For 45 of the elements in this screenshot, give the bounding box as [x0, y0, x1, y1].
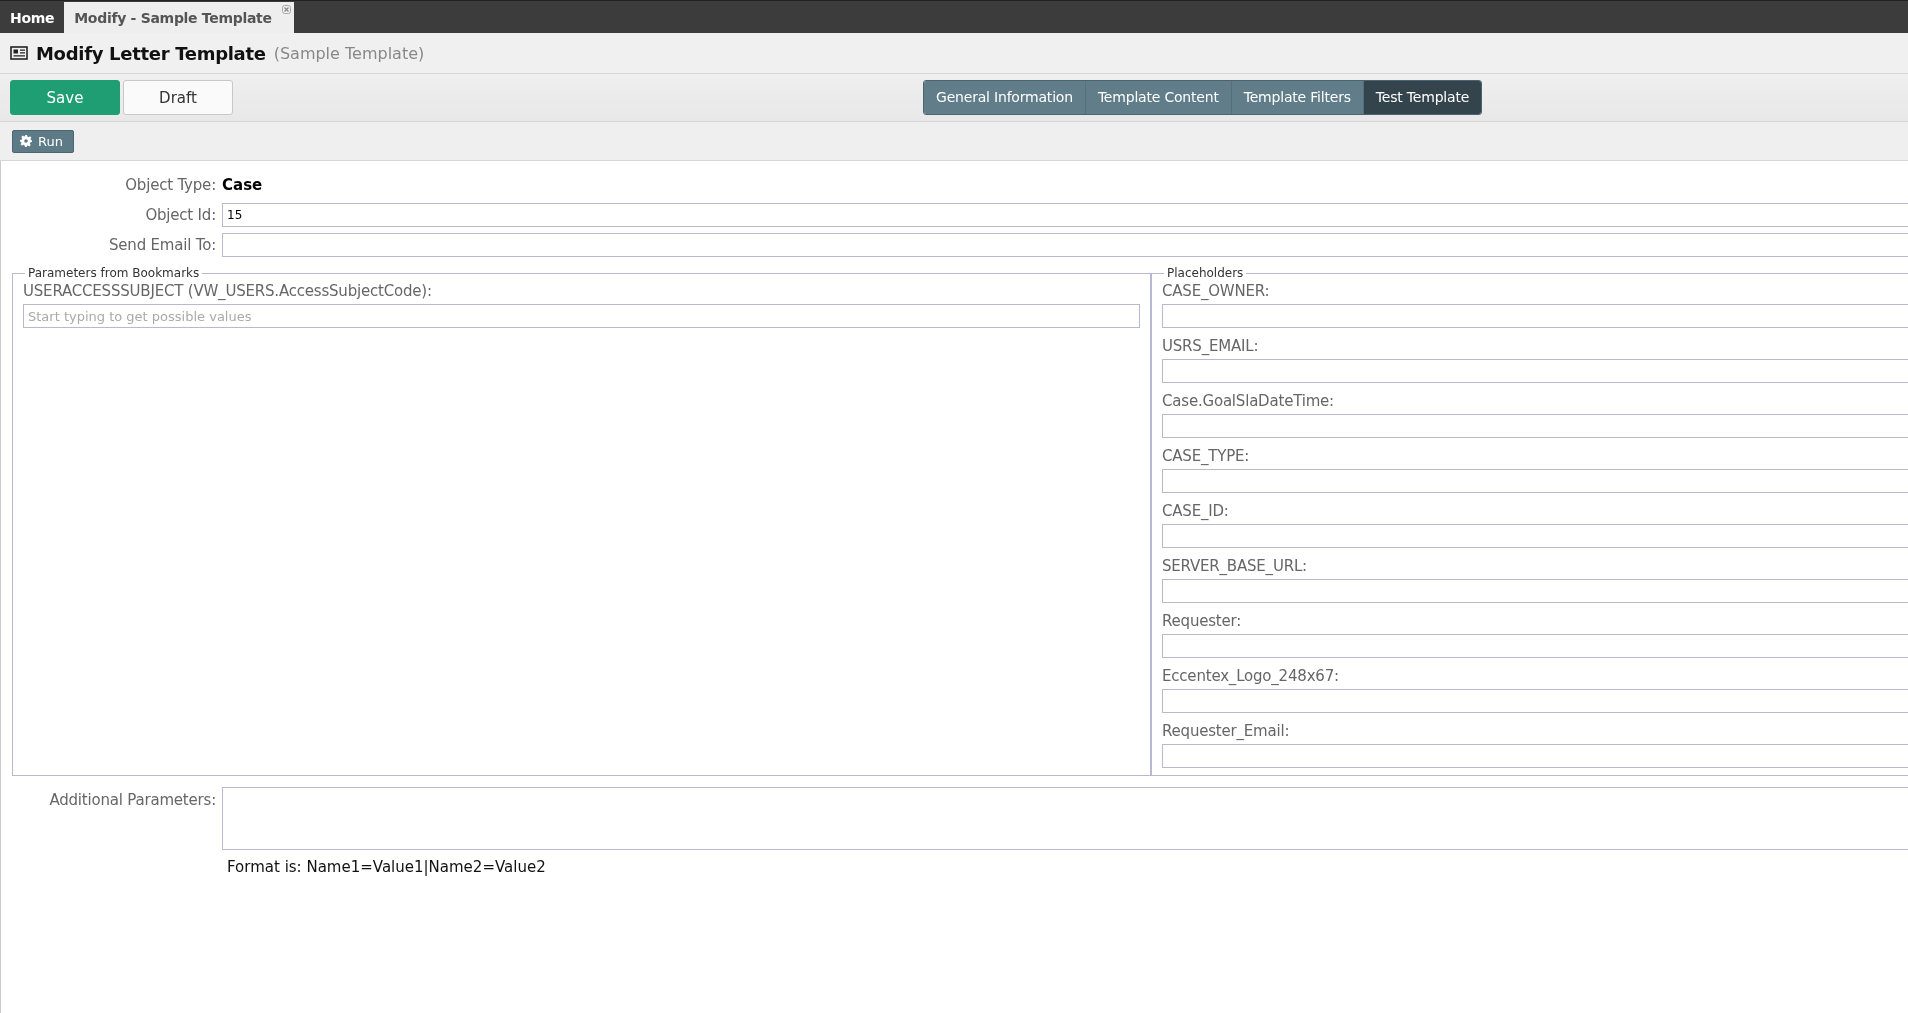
- field-label: Send Email To:: [108, 236, 217, 254]
- format-hint: Format is: Name1=Value1|Name2=Value2: [226, 858, 547, 876]
- field-label: SERVER_BASE_URL:: [1162, 557, 1308, 575]
- panel-legend: Parameters from Bookmarks: [25, 266, 203, 280]
- placeholder-field[interactable]: [1162, 689, 1908, 713]
- field-label: Object Type:: [124, 176, 217, 194]
- placeholder-field[interactable]: [1162, 469, 1908, 493]
- section-tab[interactable]: Test Template: [1362, 81, 1482, 114]
- page-tab[interactable]: Modify - Sample Template: [64, 2, 294, 33]
- placeholder-field[interactable]: [1162, 744, 1908, 768]
- object-id-field[interactable]: 15: [222, 203, 1908, 227]
- close-icon[interactable]: [281, 5, 291, 14]
- field-label: Case.GoalSlaDateTime:: [1162, 392, 1335, 410]
- section-tab[interactable]: Template Filters: [1230, 81, 1363, 114]
- placeholder-field[interactable]: [1162, 634, 1908, 658]
- field-label: Additional Parameters:: [48, 790, 217, 809]
- field-label: Object Id:: [144, 206, 217, 224]
- field-label: Requester_Email:: [1162, 722, 1291, 740]
- placeholder-field[interactable]: [1162, 359, 1908, 383]
- object-type-value: Case: [222, 175, 263, 196]
- placeholder-field[interactable]: [1162, 304, 1908, 328]
- gear-icon: [20, 135, 32, 147]
- field-label: CASE_ID:: [1162, 502, 1230, 520]
- placeholder-field[interactable]: [1162, 414, 1908, 438]
- field-label: CASE_OWNER:: [1162, 282, 1271, 300]
- draft-button[interactable]: Draft: [123, 80, 233, 115]
- save-button[interactable]: Save: [10, 80, 120, 115]
- run-button[interactable]: Run: [12, 129, 74, 153]
- panel-legend: Placeholders: [1164, 266, 1247, 280]
- page-subtitle: (Sample Template): [273, 43, 425, 63]
- page-title: Modify Letter Template: [36, 42, 266, 64]
- field-label: Requester:: [1162, 612, 1243, 630]
- placeholder-field[interactable]: [1162, 579, 1908, 603]
- email-field[interactable]: [222, 233, 1908, 257]
- parameters-field[interactable]: [222, 787, 1908, 850]
- field-label: CASE_TYPE:: [1162, 447, 1251, 465]
- value-search-field[interactable]: Start typing to get possible values: [23, 304, 1140, 328]
- field-label: Eccentex_Logo_248x67:: [1162, 667, 1340, 685]
- page-tab[interactable]: Home: [0, 2, 65, 33]
- field-label: USRS_EMAIL:: [1162, 337, 1260, 355]
- placeholder-field[interactable]: [1162, 524, 1908, 548]
- section-tab[interactable]: Template Content: [1084, 81, 1231, 114]
- field-label: USERACCESSSUBJECT (VW_USERS.AccessSubjectCode):: [23, 282, 433, 300]
- template-icon: [10, 46, 28, 60]
- section-tab[interactable]: General Information: [924, 81, 1085, 114]
